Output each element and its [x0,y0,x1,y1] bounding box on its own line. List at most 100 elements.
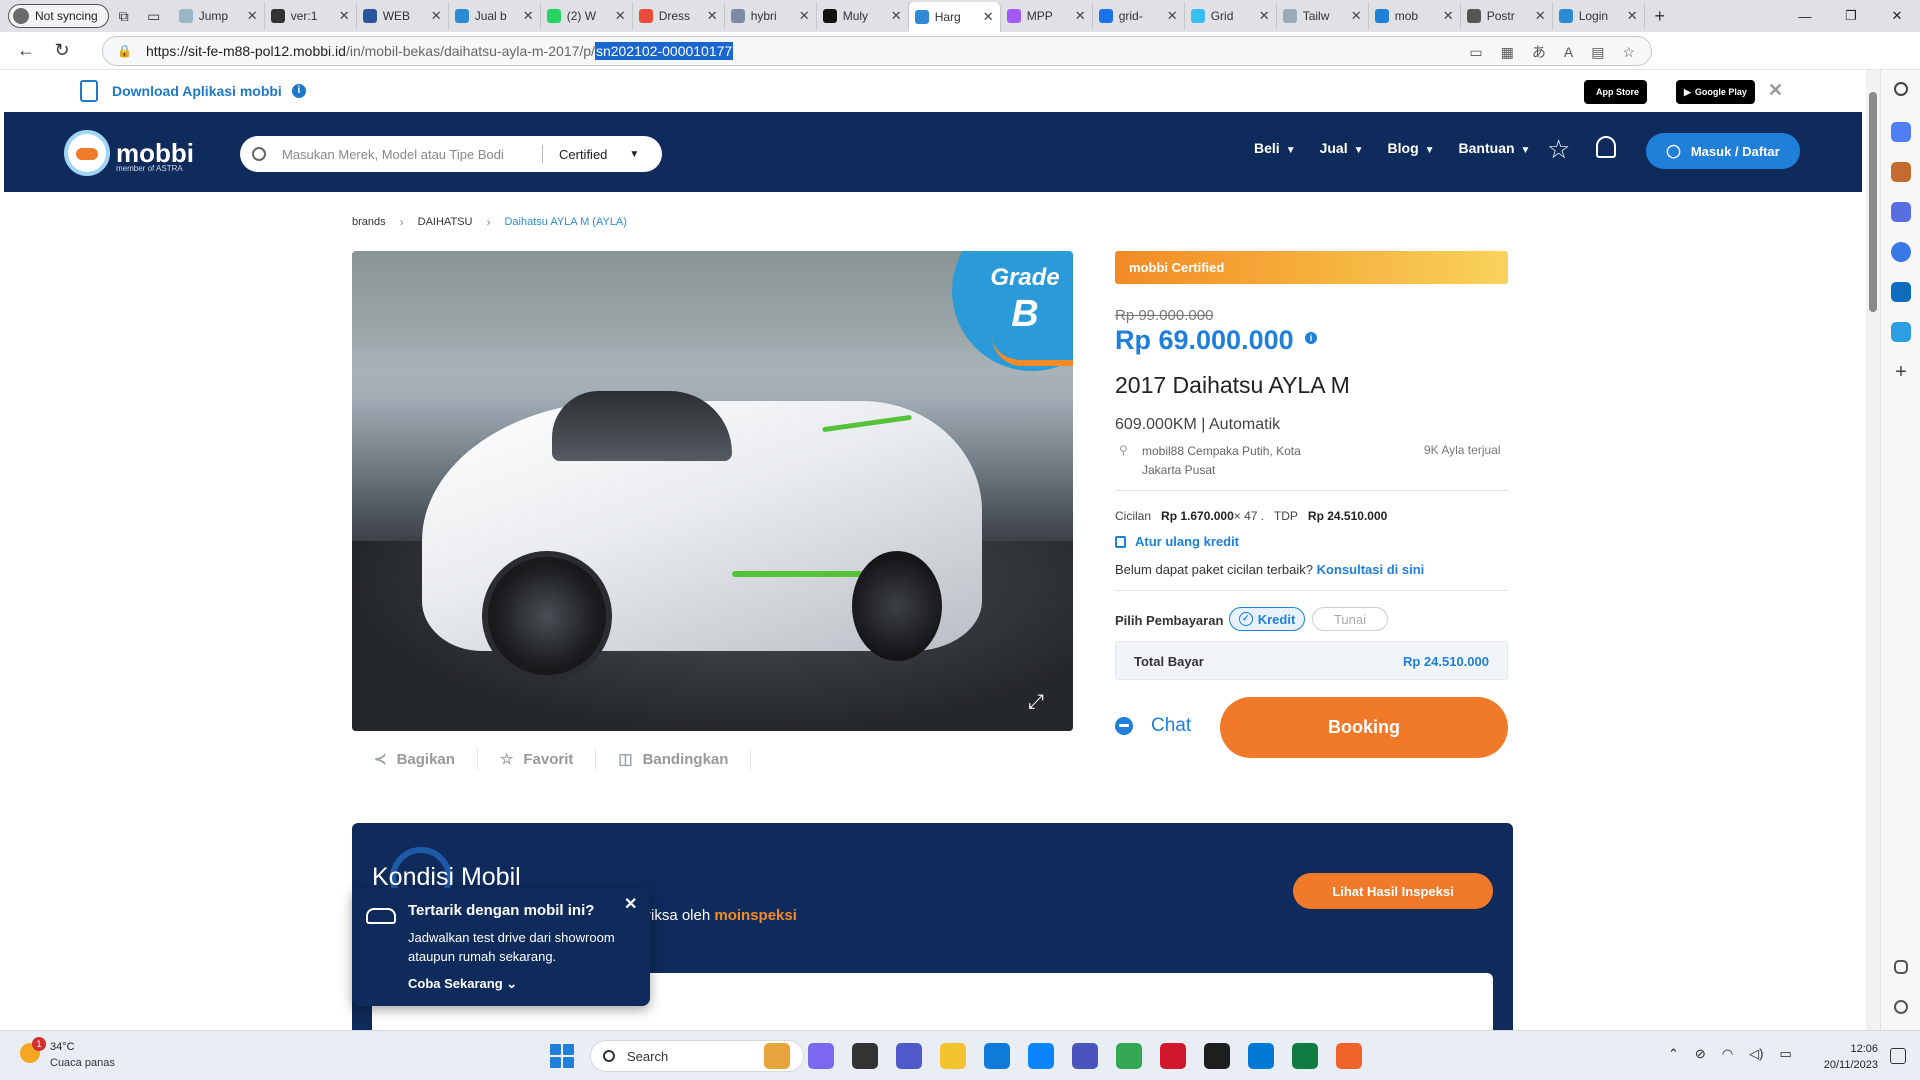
read-aloud-icon[interactable]: A [1564,44,1573,60]
browser-tab[interactable]: Grid ✕ [1185,2,1277,30]
browser-tab[interactable]: Dress ✕ [633,2,725,30]
restore-button[interactable]: ❐ [1828,0,1874,32]
close-popup-icon[interactable]: ✕ [624,894,637,914]
close-tab-icon[interactable]: ✕ [1627,8,1638,24]
close-tab-icon[interactable]: ✕ [891,8,902,24]
close-tab-icon[interactable]: ✕ [799,8,810,24]
wifi-icon[interactable]: ◠ [1722,1046,1733,1062]
browser-tab[interactable]: grid- ✕ [1093,2,1185,30]
sidebar-search-icon[interactable] [1894,82,1908,96]
vscode-app-icon[interactable] [1248,1043,1274,1069]
page-scrollbar[interactable] [1866,70,1880,1030]
close-tab-icon[interactable]: ✕ [983,9,994,25]
back-button[interactable]: ← [8,36,44,66]
sidebar-tools-icon[interactable] [1891,162,1911,182]
close-tab-icon[interactable]: ✕ [1351,8,1362,24]
excel-app-icon[interactable] [1292,1043,1318,1069]
browser-tab[interactable]: Jual b ✕ [449,2,541,30]
tab-actions-icon[interactable]: ▭ [139,2,169,30]
chevron-down-icon[interactable]: ▼ [629,149,639,160]
wishlist-star-icon[interactable]: ☆ [1547,134,1570,165]
chrome-app-icon[interactable] [1116,1043,1142,1069]
postman-app-icon[interactable] [1336,1043,1362,1069]
explorer-app-icon[interactable] [940,1043,966,1069]
teams-app-icon[interactable] [896,1043,922,1069]
copilot-app-icon[interactable] [808,1043,834,1069]
close-tab-icon[interactable]: ✕ [1167,8,1178,24]
app-available-icon[interactable]: ▭ [1469,44,1482,61]
network-off-icon[interactable]: ⊘ [1695,1046,1706,1062]
close-tab-icon[interactable]: ✕ [339,8,350,24]
edge-app-icon[interactable] [984,1043,1010,1069]
booking-button[interactable]: Booking [1220,697,1508,758]
browser-tab[interactable]: MPP ✕ [1001,2,1093,30]
nav-link-jual[interactable]: Jual ▼ [1320,140,1364,156]
close-tab-icon[interactable]: ✕ [1259,8,1270,24]
share-button[interactable]: ≺ Bagikan [352,748,478,770]
close-tab-icon[interactable]: ✕ [523,8,534,24]
teams-work-app-icon[interactable] [1072,1043,1098,1069]
mobbi-logo[interactable]: mobbi member of ASTRA [64,130,194,176]
sidebar-add-icon[interactable]: + [1891,362,1911,382]
nav-link-beli[interactable]: Beli ▼ [1254,140,1296,156]
close-tab-icon[interactable]: ✕ [247,8,258,24]
volume-icon[interactable]: ◁) [1749,1046,1763,1062]
expand-icon[interactable]: ⤢ [1028,691,1052,715]
search-input[interactable]: Masukan Merek, Model atau Tipe Bodi [282,147,532,162]
browser-tab[interactable]: hybri ✕ [725,2,817,30]
google-play-badge[interactable]: ▶ Google Play [1676,80,1755,104]
close-tab-icon[interactable]: ✕ [1535,8,1546,24]
browser-tab[interactable]: Postr ✕ [1461,2,1553,30]
chevron-up-icon[interactable]: ⌃ [1668,1046,1679,1062]
notes-app-icon[interactable] [852,1043,878,1069]
start-button[interactable] [550,1044,574,1068]
view-inspection-button[interactable]: Lihat Hasil Inspeksi [1293,873,1493,909]
sidebar-outlook-icon[interactable] [1891,282,1911,302]
browser-tab[interactable]: WEB ✕ [357,2,449,30]
profile-button[interactable]: Not syncing [8,4,109,28]
consultation-link[interactable]: Konsultasi di sini [1317,562,1425,577]
url-field[interactable]: 🔒 https://sit-fe-m88-pol12.mobbi.id/in/m… [102,36,1652,66]
close-banner-icon[interactable]: ✕ [1768,80,1783,101]
app-store-badge[interactable]: App Store [1584,80,1648,104]
close-tab-icon[interactable]: ✕ [615,8,626,24]
close-tab-icon[interactable]: ✕ [1443,8,1454,24]
scrollbar-thumb[interactable] [1869,92,1877,312]
notification-bell-icon[interactable] [1596,136,1616,158]
sidebar-hide-icon[interactable] [1894,960,1908,974]
new-tab-button[interactable]: + [1645,6,1675,27]
browser-tab[interactable]: mob ✕ [1369,2,1461,30]
payment-option-tunai[interactable]: Tunai [1312,607,1388,631]
login-button[interactable]: ◯ Masuk / Daftar [1646,133,1800,169]
immersive-reader-icon[interactable]: ▤ [1591,44,1604,61]
favorite-star-icon[interactable]: ☆ [1622,44,1635,61]
terminal-app-icon[interactable] [1204,1043,1230,1069]
sidebar-shopping-icon[interactable] [1891,122,1911,142]
car-photo[interactable]: Grade B ⤢ [352,251,1073,731]
category-select[interactable]: Certified [559,147,607,162]
store-app-icon[interactable] [1028,1043,1054,1069]
notification-icon[interactable] [1890,1048,1906,1064]
browser-tab[interactable]: Login ✕ [1553,2,1645,30]
price-info-icon[interactable]: i [1305,332,1317,344]
nav-link-blog[interactable]: Blog ▼ [1388,140,1435,156]
download-app-link[interactable]: Download Aplikasi mobbi [112,83,282,99]
minimize-button[interactable]: — [1782,0,1828,32]
browser-tab[interactable]: Harg ✕ [908,2,1001,32]
browser-tab[interactable]: Jump ✕ [173,2,265,30]
sidebar-drop-icon[interactable] [1891,322,1911,342]
browser-tab[interactable]: (2) W ✕ [541,2,633,30]
browser-tab[interactable]: Tailw ✕ [1277,2,1369,30]
browser-tab[interactable]: ver:1 ✕ [265,2,357,30]
close-tab-icon[interactable]: ✕ [707,8,718,24]
refresh-button[interactable]: ↻ [44,36,80,66]
sidebar-m365-icon[interactable] [1891,242,1911,262]
close-window-button[interactable]: ✕ [1874,0,1920,32]
info-icon[interactable]: i [291,84,306,98]
sidebar-games-icon[interactable] [1891,202,1911,222]
translate-icon[interactable]: あ [1532,42,1546,62]
workspaces-icon[interactable]: ⧉ [109,2,139,30]
sidebar-settings-icon[interactable] [1894,1000,1908,1014]
breadcrumb-daihatsu[interactable]: DAIHATSU [418,216,473,228]
reset-credit-link[interactable]: Atur ulang kredit [1115,534,1239,549]
